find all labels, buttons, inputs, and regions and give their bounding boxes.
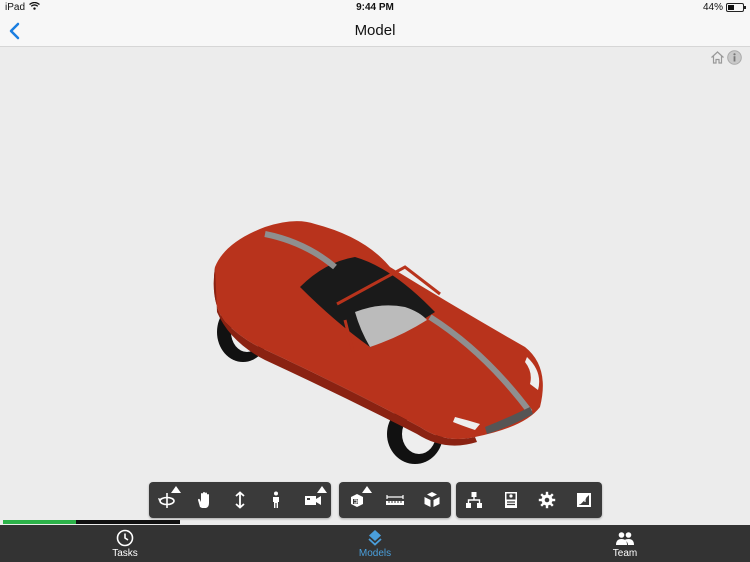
pan-hand-icon xyxy=(197,492,209,508)
orbit-icon xyxy=(158,493,175,508)
camera-button[interactable] xyxy=(299,486,327,514)
tab-team[interactable]: Team xyxy=(565,525,685,562)
settings-toolbar xyxy=(456,482,602,518)
inspect-toolbar xyxy=(339,482,451,518)
3d-viewer[interactable] xyxy=(0,47,750,525)
zoom-button[interactable] xyxy=(226,486,254,514)
menu-indicator-icon xyxy=(361,486,372,493)
tab-bar: Tasks Models Team xyxy=(0,525,750,562)
pan-button[interactable] xyxy=(190,486,218,514)
fullscreen-button[interactable] xyxy=(570,486,598,514)
tab-label: Tasks xyxy=(112,548,138,559)
model-tree-button[interactable] xyxy=(460,486,488,514)
section-box-icon xyxy=(350,494,363,507)
page-title: Model xyxy=(354,22,396,39)
clock-icon xyxy=(116,529,134,547)
car-model xyxy=(213,221,543,464)
measure-icon xyxy=(385,495,404,505)
properties-button[interactable] xyxy=(497,486,525,514)
battery-icon xyxy=(726,3,746,12)
walk-person-icon xyxy=(273,491,280,508)
people-icon xyxy=(616,532,634,545)
settings-gear-icon xyxy=(539,491,556,509)
properties-icon xyxy=(504,492,517,508)
tab-label: Models xyxy=(358,548,392,559)
clock-time: 9:44 PM xyxy=(356,2,394,13)
layers-icon xyxy=(368,530,382,546)
explode-button[interactable] xyxy=(418,486,446,514)
tab-label: Team xyxy=(612,548,638,559)
section-box-button[interactable] xyxy=(344,486,372,514)
nav-bar: Model xyxy=(0,16,750,47)
navigation-toolbar xyxy=(149,482,331,518)
model-tree-icon xyxy=(466,492,483,508)
menu-indicator-icon xyxy=(171,486,182,493)
camera-icon xyxy=(304,496,321,505)
fullscreen-icon xyxy=(576,493,591,507)
tab-models[interactable]: Models xyxy=(315,525,435,562)
battery-percent: 44% xyxy=(702,2,723,13)
tab-tasks[interactable]: Tasks xyxy=(65,525,185,562)
menu-indicator-icon xyxy=(316,486,327,493)
orbit-button[interactable] xyxy=(153,486,182,514)
settings-button[interactable] xyxy=(533,486,561,514)
home-icon[interactable] xyxy=(710,50,725,65)
explode-cube-icon xyxy=(424,492,440,507)
status-bar: iPad 9:44 PM 44% xyxy=(0,0,750,16)
load-progress-bar xyxy=(3,520,180,524)
measure-button[interactable] xyxy=(381,486,409,514)
walk-button[interactable] xyxy=(262,486,290,514)
info-icon[interactable] xyxy=(727,50,742,65)
zoom-vertical-icon xyxy=(235,491,245,509)
